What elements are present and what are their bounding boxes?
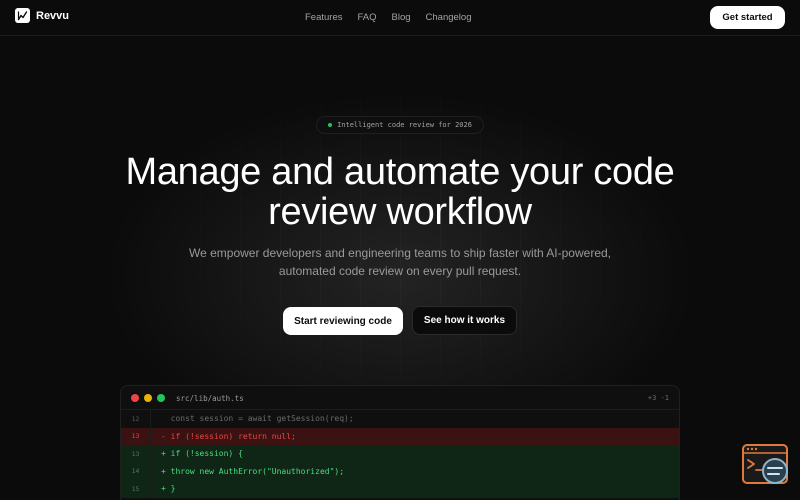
hero-subtitle-line2: automated code review on every pull requ… [278, 264, 522, 278]
code-line: 12 const session = await getSession(req)… [121, 410, 679, 428]
terminal-chat-widget-icon[interactable] [742, 444, 790, 486]
hero-headline-line1: Manage and automate your code [125, 151, 675, 193]
status-dot-icon [328, 123, 333, 127]
top-nav: Revvu Features FAQ Blog Changelog Get st… [0, 0, 800, 36]
code-line-added: 14 + throw new AuthError("Unauthorized")… [121, 462, 679, 480]
hero-badge-text: Intelligent code review for 2026 [337, 121, 472, 129]
hero-subtitle-line1: We empower developers and engineering te… [188, 246, 611, 260]
code-text: + } [161, 484, 176, 494]
diff-stat: +3 -1 [647, 394, 669, 402]
window-controls [131, 394, 165, 402]
minimize-dot-icon [144, 394, 152, 402]
hero-subtitle: We empower developers and engineering te… [180, 244, 620, 280]
code-window-header: src/lib/auth.ts +3 -1 [121, 386, 679, 410]
code-line-added: 13 + if (!session) { [121, 445, 679, 463]
nav-link-blog[interactable]: Blog [392, 12, 411, 23]
nav-link-faq[interactable]: FAQ [358, 12, 377, 23]
code-text: - if (!session) return null; [161, 431, 296, 441]
close-dot-icon [131, 394, 139, 402]
nav-link-changelog[interactable]: Changelog [426, 12, 472, 23]
maximize-dot-icon [157, 394, 165, 402]
start-reviewing-button[interactable]: Start reviewing code [283, 307, 403, 335]
hero-badge: Intelligent code review for 2026 [316, 116, 484, 134]
hero-headline: Manage and automate your code review wor… [100, 152, 700, 232]
line-number: 13 [121, 427, 151, 445]
line-number: 12 [121, 410, 151, 428]
nav-link-features[interactable]: Features [305, 12, 343, 23]
line-number: 15 [121, 480, 151, 498]
code-diff-window: src/lib/auth.ts +3 -1 12 const session =… [120, 385, 680, 500]
nav-links: Features FAQ Blog Changelog [305, 12, 472, 23]
logo-chart-icon [15, 8, 30, 23]
code-text: const session = await getSession(req); [161, 414, 354, 424]
see-how-it-works-button[interactable]: See how it works [412, 306, 517, 335]
code-text: + throw new AuthError("Unauthorized"); [161, 466, 345, 476]
code-filename: src/lib/auth.ts [176, 394, 244, 403]
code-line-removed: 13 - if (!session) return null; [121, 427, 679, 445]
line-number: 14 [121, 462, 151, 480]
code-line-added: 15 + } [121, 480, 679, 498]
line-number: 13 [121, 445, 151, 463]
hero-headline-line2: review workflow [268, 191, 532, 233]
code-text: + if (!session) { [161, 449, 243, 459]
brand-name: Revvu [36, 9, 70, 22]
get-started-button[interactable]: Get started [710, 6, 785, 29]
brand[interactable]: Revvu [15, 8, 69, 23]
